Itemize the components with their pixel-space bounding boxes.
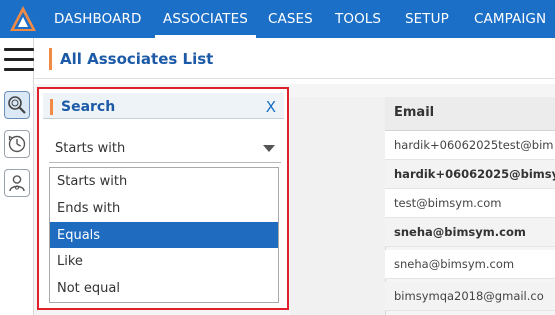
table-hidden-columns: [290, 97, 385, 315]
nav-tools[interactable]: TOOLS: [335, 0, 381, 38]
select-current-value: Starts with: [55, 141, 126, 156]
search-header: Search X: [43, 93, 284, 119]
email-cell: hardik+06062025@bimsym: [394, 167, 555, 181]
email-cell: bimsymqa2018@gmail.co: [394, 289, 544, 303]
column-header-email[interactable]: Email: [385, 97, 555, 131]
table-row[interactable]: test@bimsym.com: [385, 189, 555, 218]
nav-dashboard[interactable]: DASHBOARD: [54, 0, 141, 38]
history-icon: [8, 135, 26, 153]
table-row[interactable]: hardik+06062025test@bim: [385, 131, 555, 160]
column-header-label: Email: [394, 105, 435, 120]
email-cell: sneha@bimsym.com: [394, 257, 515, 271]
nav-cases[interactable]: CASES: [268, 0, 313, 38]
option-ends-with[interactable]: Ends with: [50, 195, 278, 222]
table-row[interactable]: sneha@bimsym.com: [385, 218, 555, 247]
option-label: Equals: [57, 227, 101, 243]
history-button[interactable]: [4, 130, 30, 158]
table-row[interactable]: bimsymqa2018@gmail.co: [385, 282, 555, 311]
title-divider: [34, 78, 555, 79]
option-label: Ends with: [57, 200, 121, 216]
email-cell: sneha@bimsym.com: [394, 225, 526, 239]
email-cell: hardik+06062025test@bim: [394, 138, 554, 152]
option-not-equal[interactable]: Not equal: [50, 275, 278, 302]
person-icon: [9, 175, 25, 192]
hamburger-icon[interactable]: [4, 48, 34, 71]
search-icon: [8, 96, 26, 114]
option-label: Not equal: [57, 281, 120, 297]
option-starts-with[interactable]: Starts with: [50, 168, 278, 195]
search-panel: Search X Starts with Starts with Ends wi…: [37, 87, 289, 310]
chevron-down-icon[interactable]: [263, 145, 275, 152]
nav-setup[interactable]: SETUP: [405, 0, 449, 38]
table-row[interactable]: hardik+06062025@bimsym: [385, 160, 555, 189]
associate-profile-button[interactable]: [4, 169, 30, 197]
search-accent-bar: [50, 99, 53, 115]
search-title: Search: [61, 99, 116, 115]
option-label: Like: [57, 254, 83, 270]
page-title-bar: All Associates List: [44, 44, 555, 76]
app-logo-icon[interactable]: [9, 5, 37, 33]
table-row[interactable]: sneha@bimsym.com: [385, 250, 555, 279]
match-type-select[interactable]: Starts with: [49, 133, 281, 163]
match-type-options: Starts with Ends with Equals Like Not eq…: [49, 167, 279, 303]
close-icon[interactable]: X: [266, 98, 276, 116]
left-rail: [0, 38, 34, 315]
nav-associates[interactable]: ASSOCIATES: [155, 0, 256, 38]
page-title: All Associates List: [60, 50, 214, 68]
email-cell: test@bimsym.com: [394, 196, 502, 210]
option-equals[interactable]: Equals: [50, 221, 278, 249]
option-label: Starts with: [57, 174, 128, 189]
option-like[interactable]: Like: [50, 248, 278, 275]
title-accent-bar: [49, 48, 52, 70]
search-toggle-button[interactable]: [4, 91, 30, 119]
top-nav-bar: DASHBOARD ASSOCIATES CASES TOOLS SETUP C…: [0, 0, 555, 38]
nav-campaign[interactable]: CAMPAIGN: [474, 0, 546, 38]
